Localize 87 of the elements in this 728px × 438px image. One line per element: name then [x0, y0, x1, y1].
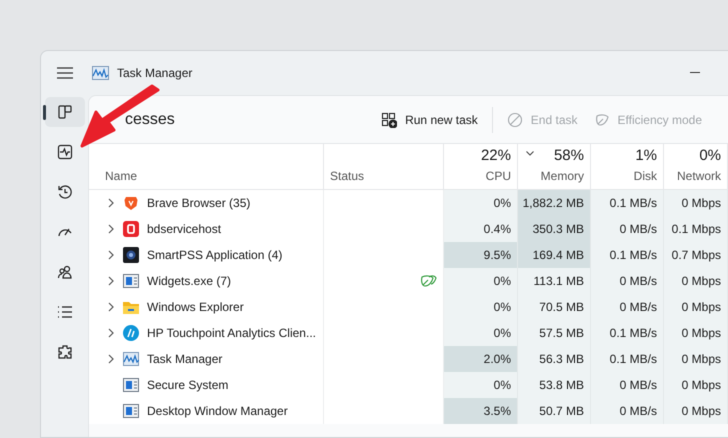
disk-value: 0 MB/s: [620, 221, 657, 238]
column-header[interactable]: Network: [676, 167, 721, 185]
minimize-icon[interactable]: [690, 72, 700, 74]
network-value: 0.7 Mbps: [672, 247, 721, 264]
process-name[interactable]: Secure System: [147, 376, 228, 394]
window-title: Task Manager: [117, 65, 192, 82]
processes-icon: [56, 104, 72, 120]
memory-value: 169.4 MB: [532, 247, 584, 264]
network-value: 0 Mbps: [682, 325, 721, 342]
cpu-value: 0%: [494, 195, 511, 212]
memory-value: 113.1 MB: [534, 273, 584, 290]
menu-icon[interactable]: [56, 67, 72, 79]
add-task-icon: [381, 112, 398, 128]
chevron-icon[interactable]: [107, 276, 115, 286]
process-name[interactable]: HP Touchpoint Analytics Clien...: [147, 324, 316, 342]
process-name[interactable]: Windows Explorer: [147, 298, 244, 316]
folder-icon: [123, 299, 139, 315]
sort-caret-icon: [526, 151, 534, 156]
process-name[interactable]: SmartPSS Application (4): [147, 246, 282, 264]
network-value: 0.1 Mbps: [672, 221, 721, 238]
sidebar-item[interactable]: [44, 97, 84, 127]
cpu-value: 0%: [494, 377, 511, 394]
cpu-value: 0%: [494, 273, 511, 290]
chevron-icon[interactable]: [107, 302, 115, 312]
column-total: 0%: [699, 146, 721, 166]
disk-value: 0.1 MB/s: [610, 195, 657, 212]
cpu-value: 0%: [494, 299, 511, 316]
column-total: 22%: [480, 146, 511, 166]
memory-value: 50.7 MB: [539, 403, 584, 420]
history-icon: [56, 184, 72, 200]
app-logo-icon: [123, 221, 139, 237]
column-header[interactable]: Memory: [540, 167, 584, 185]
column-header[interactable]: CPU: [486, 167, 511, 185]
prohibited-icon: [506, 112, 523, 128]
window-icon: [123, 403, 139, 419]
camera-lens-icon: [123, 247, 139, 263]
network-value: 0 Mbps: [682, 273, 721, 290]
network-value: 0 Mbps: [682, 299, 721, 316]
disk-value: 0 MB/s: [620, 273, 657, 290]
users-icon: [56, 264, 72, 280]
list-icon: [56, 304, 72, 320]
page-title: cesses: [125, 110, 175, 130]
cpu-value: 3.5%: [484, 403, 511, 420]
puzzle-icon: [56, 344, 72, 360]
column-header[interactable]: Disk: [634, 167, 657, 185]
window-icon: [123, 273, 139, 289]
disk-value: 0.1 MB/s: [610, 247, 657, 264]
chevron-icon[interactable]: [107, 224, 115, 234]
graph-icon: [123, 351, 139, 367]
memory-value: 350.3 MB: [532, 221, 584, 238]
chevron-icon[interactable]: [107, 328, 115, 338]
column-total: 1%: [635, 146, 657, 166]
disk-value: 0.1 MB/s: [610, 325, 657, 342]
process-name[interactable]: Task Manager: [147, 350, 222, 368]
process-name[interactable]: Desktop Window Manager: [147, 402, 288, 420]
cpu-value: 0%: [494, 325, 511, 342]
memory-value: 1,882.2 MB: [522, 195, 584, 212]
memory-value: 56.3 MB: [539, 351, 584, 368]
disk-value: 0.1 MB/s: [610, 351, 657, 368]
column-total: 58%: [554, 146, 584, 166]
leaf-icon: [594, 112, 610, 128]
network-value: 0 Mbps: [682, 403, 721, 420]
cpu-value: 9.5%: [484, 247, 511, 264]
network-value: 0 Mbps: [682, 377, 721, 394]
disk-value: 0 MB/s: [620, 377, 657, 394]
window-icon: [123, 377, 139, 393]
disk-value: 0 MB/s: [620, 403, 657, 420]
memory-value: 70.5 MB: [539, 299, 584, 316]
memory-value: 57.5 MB: [539, 325, 584, 342]
chevron-icon[interactable]: [107, 250, 115, 260]
process-name[interactable]: Brave Browser (35): [147, 194, 250, 212]
column-header[interactable]: Name: [105, 167, 317, 185]
network-value: 0 Mbps: [682, 351, 721, 368]
column-header[interactable]: Status: [330, 167, 437, 185]
process-name[interactable]: bdservicehost: [147, 220, 222, 238]
chevron-icon[interactable]: [107, 354, 115, 364]
chevron-icon[interactable]: [107, 198, 115, 208]
run-task-button[interactable]: Run new task: [373, 106, 486, 132]
cpu-value: 2.0%: [484, 351, 511, 368]
memory-value: 53.8 MB: [539, 377, 584, 394]
network-value: 0 Mbps: [682, 195, 721, 212]
performance-icon: [56, 144, 72, 160]
disk-value: 0 MB/s: [620, 299, 657, 316]
graph-icon: [92, 66, 109, 80]
circle-logo-icon: [123, 325, 139, 341]
process-name[interactable]: Widgets.exe (7): [147, 272, 232, 290]
cpu-value: 0.4%: [484, 221, 511, 238]
